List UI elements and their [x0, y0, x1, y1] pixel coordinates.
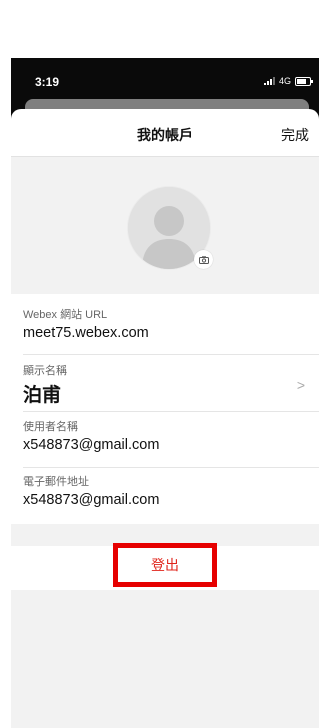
field-value: x548873@gmail.com — [23, 437, 160, 453]
modal-header: 我的帳戶 完成 — [11, 109, 319, 157]
field-value: meet75.webex.com — [23, 325, 149, 341]
field-label: 電子郵件地址 — [23, 476, 89, 488]
field-label: 顯示名稱 — [23, 365, 67, 377]
status-indicators: 4G — [263, 76, 313, 86]
site-url-field: Webex 網站 URL meet75.webex.com — [23, 306, 307, 341]
email-field: 電子郵件地址 x548873@gmail.com — [23, 473, 307, 508]
battery-icon — [295, 76, 313, 86]
display-name-field[interactable]: 顯示名稱 泊甫 > — [23, 362, 307, 407]
divider — [23, 411, 319, 412]
page-title: 我的帳戶 — [137, 127, 193, 143]
sign-out-row: 登出 — [11, 543, 319, 590]
avatar-section — [11, 157, 319, 294]
field-value: x548873@gmail.com — [23, 492, 160, 508]
camera-icon[interactable] — [194, 250, 213, 269]
signal-icon — [263, 77, 275, 85]
network-label: 4G — [278, 76, 291, 86]
field-value: 泊甫 — [23, 385, 62, 406]
account-fields: Webex 網站 URL meet75.webex.com 顯示名稱 泊甫 > … — [11, 295, 319, 545]
chevron-right-icon: > — [296, 377, 305, 393]
divider — [23, 467, 319, 468]
divider — [23, 354, 319, 355]
status-time: 3:19 — [35, 75, 60, 89]
field-label: Webex 網站 URL — [23, 309, 108, 321]
done-button[interactable]: 完成 — [281, 125, 309, 145]
bottom-filler — [11, 590, 319, 728]
sign-out-button[interactable]: 登出 — [113, 543, 217, 587]
field-label: 使用者名稱 — [23, 421, 78, 433]
username-field: 使用者名稱 x548873@gmail.com — [23, 418, 307, 453]
